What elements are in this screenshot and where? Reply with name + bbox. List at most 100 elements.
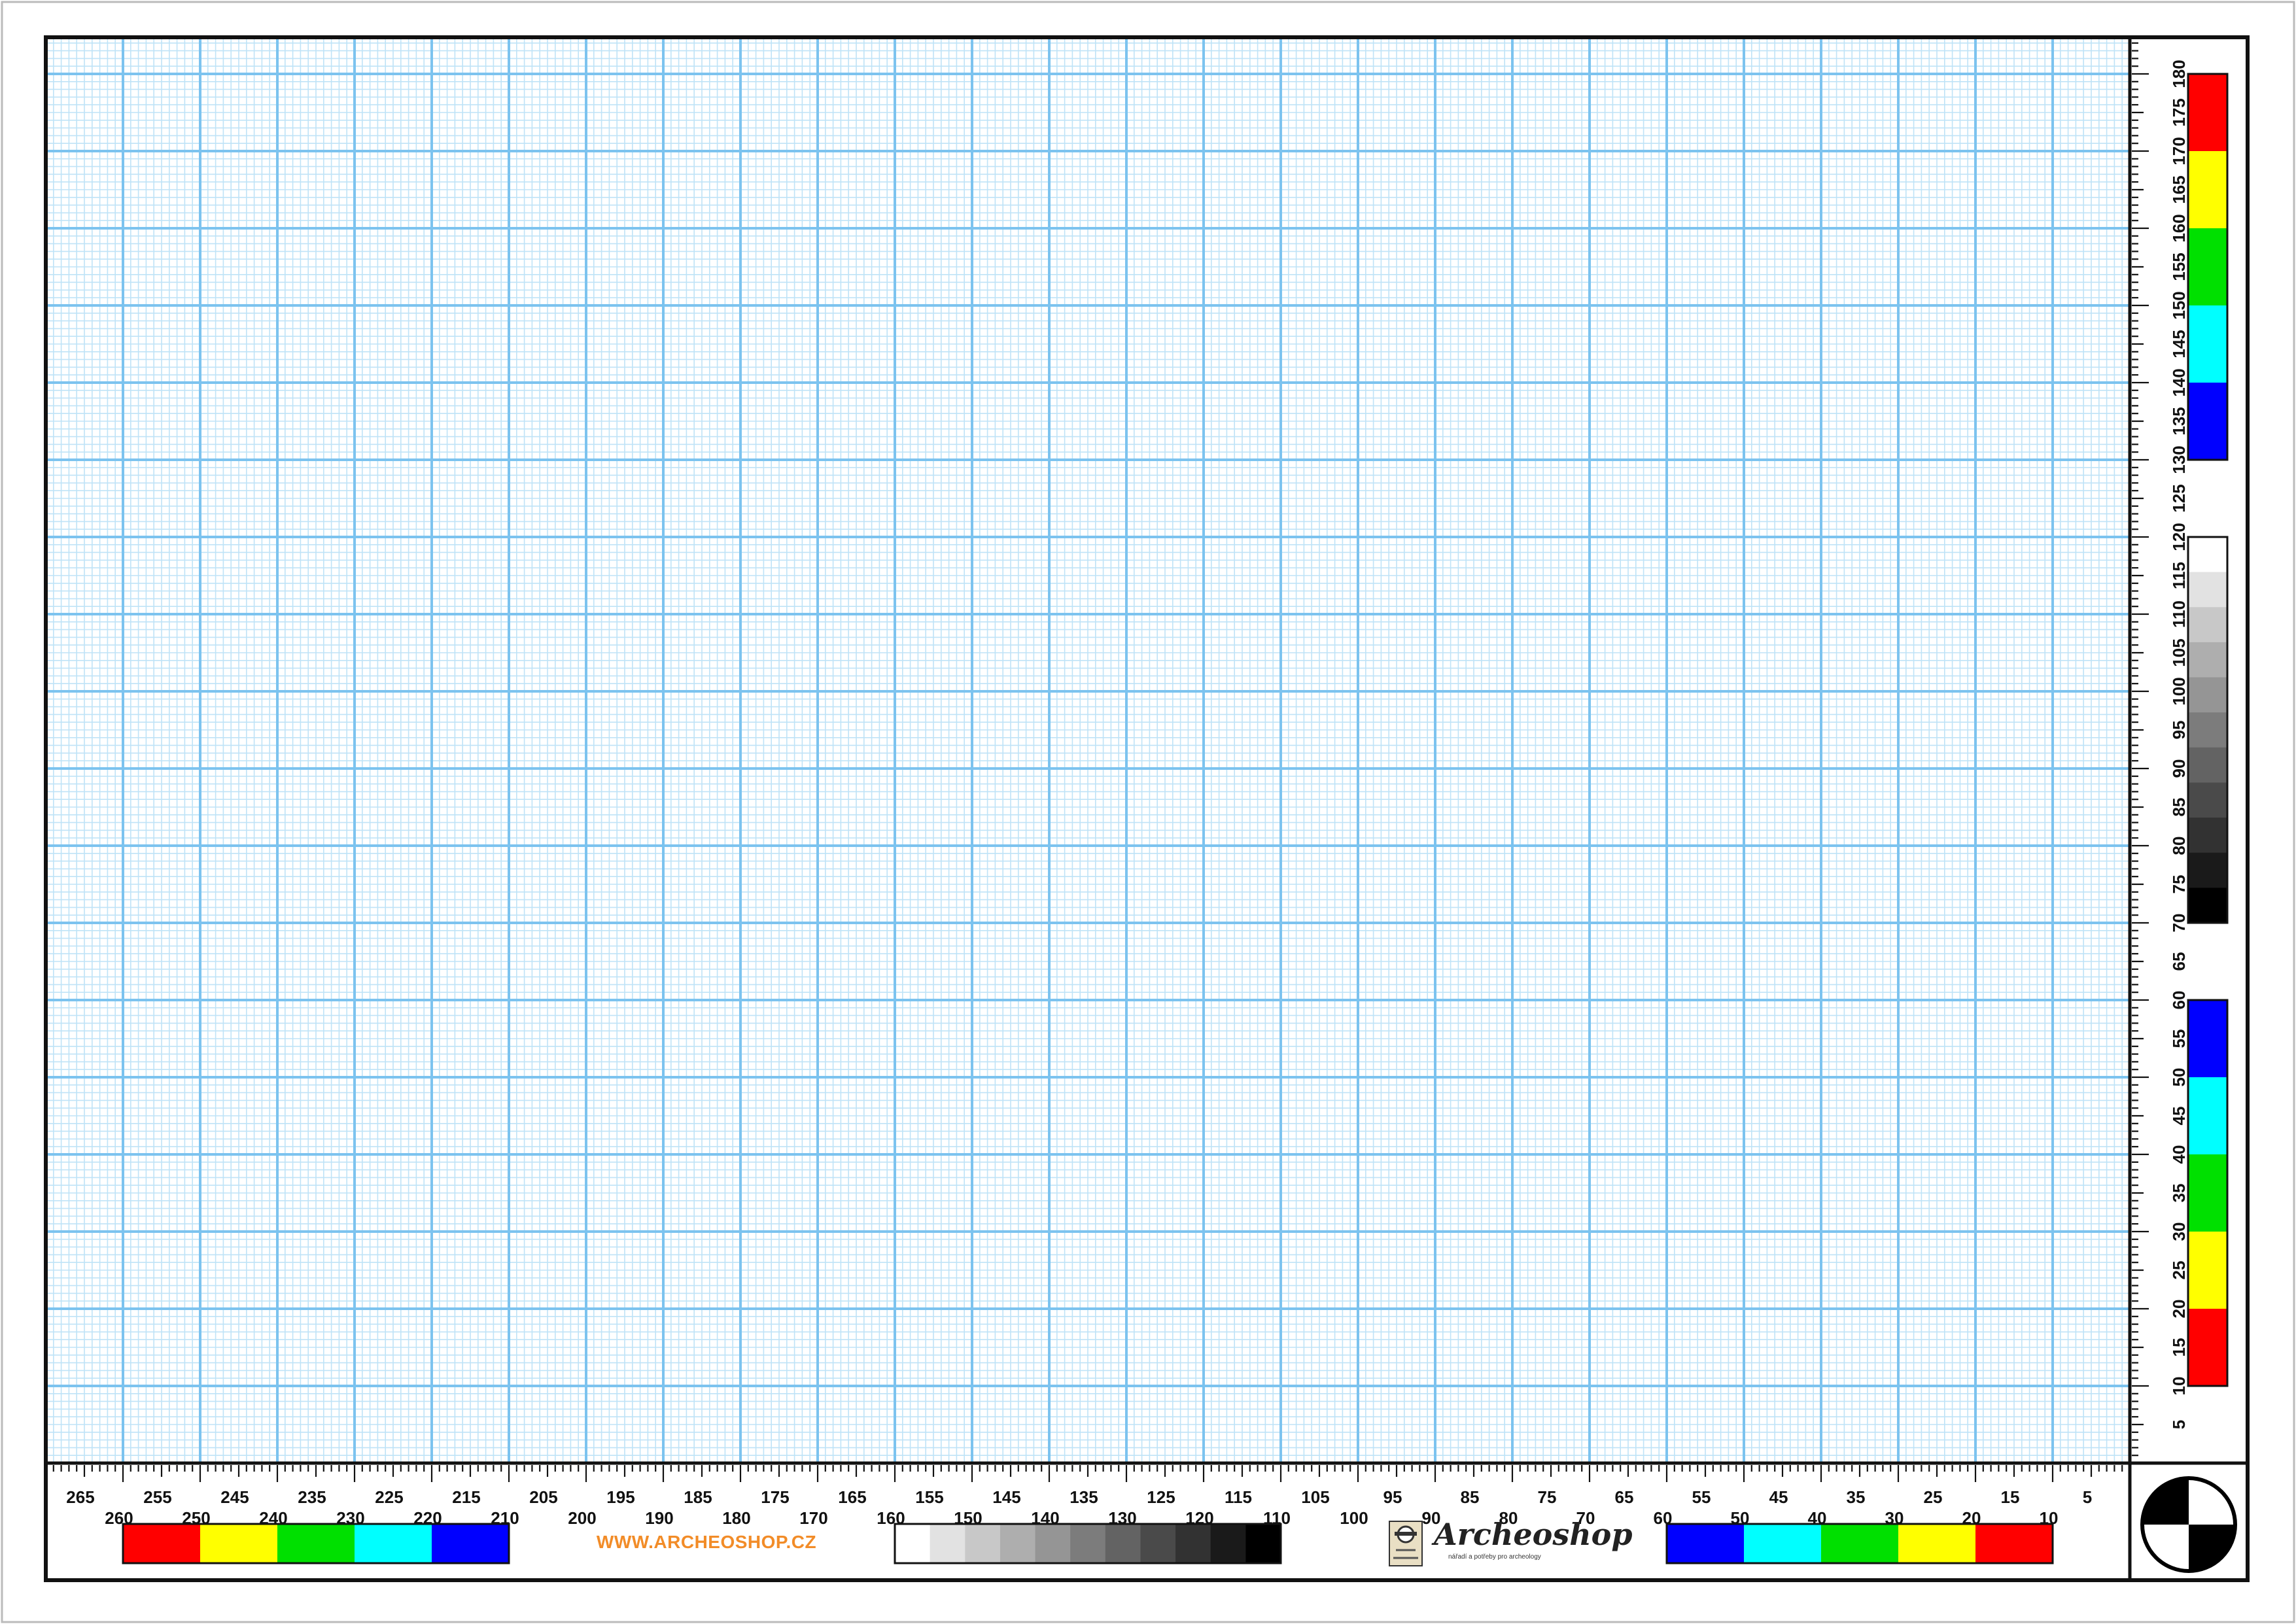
side-ruler-label: 175 [2169, 98, 2189, 126]
bottom-ruler-label-upper: 5 [2083, 1487, 2092, 1507]
side-ruler-label: 110 [2169, 600, 2189, 628]
target-marker-icon [2140, 1476, 2237, 1573]
side-ruler-label: 170 [2169, 137, 2189, 165]
color-swatch [2188, 1309, 2227, 1387]
side-ruler-label: 95 [2169, 721, 2189, 740]
color-swatch [1035, 1524, 1071, 1563]
color-swatch [2188, 782, 2227, 818]
color-swatch [2188, 1154, 2227, 1232]
side-ruler-label: 160 [2169, 214, 2189, 242]
bottom-ruler-label-upper: 215 [452, 1487, 480, 1507]
bottom-ruler-label-upper: 55 [1692, 1487, 1711, 1507]
color-swatch [1667, 1524, 1745, 1563]
color-swatch [1821, 1524, 1899, 1563]
archeologist-logo-icon [1389, 1521, 1423, 1566]
side-ruler-label: 115 [2169, 562, 2189, 589]
bottom-ruler-label-upper: 95 [1383, 1487, 1402, 1507]
side-ruler-label: 10 [2169, 1377, 2189, 1396]
bottom-ruler-label-upper: 35 [1847, 1487, 1866, 1507]
color-swatch [1105, 1524, 1141, 1563]
color-swatch [2188, 151, 2227, 229]
bottom-ruler-label-lower: 180 [722, 1508, 750, 1528]
side-ruler-label: 65 [2169, 952, 2189, 971]
color-scale-bottom-grayscale [894, 1523, 1282, 1564]
brand-tagline: nářadí a potřeby pro archeology [1448, 1553, 1541, 1561]
bottom-ruler-label-upper: 85 [1461, 1487, 1480, 1507]
side-ruler-label: 50 [2169, 1068, 2189, 1087]
bottom-ruler-label-upper: 135 [1070, 1487, 1098, 1507]
color-swatch [1175, 1524, 1211, 1563]
bottom-ruler-label-upper: 115 [1225, 1487, 1252, 1507]
color-swatch [432, 1524, 510, 1563]
bottom-ruler-label-upper: 155 [915, 1487, 943, 1507]
color-swatch [2188, 537, 2227, 573]
bottom-ruler-label-lower: 200 [568, 1508, 596, 1528]
color-swatch [2188, 1000, 2227, 1078]
side-ruler-label: 5 [2169, 1420, 2189, 1429]
archeoshop-logo: Archeoshop nářadí a potřeby pro archeolo… [1385, 1516, 1633, 1572]
bottom-ruler-label-upper: 195 [606, 1487, 635, 1507]
side-ruler-label: 70 [2169, 914, 2189, 933]
side-ruler-label: 150 [2169, 291, 2189, 319]
color-swatch [1245, 1524, 1281, 1563]
color-scale-side-top [2187, 73, 2229, 461]
bottom-ruler-label-upper: 165 [838, 1487, 866, 1507]
color-swatch [930, 1524, 965, 1563]
color-swatch [2188, 572, 2227, 608]
side-ruler-label: 120 [2169, 523, 2189, 551]
side-ruler-label: 15 [2169, 1338, 2189, 1357]
color-swatch [2188, 888, 2227, 924]
brand-name: Archeoshop [1434, 1517, 1633, 1552]
color-swatch [2188, 747, 2227, 783]
color-swatch [277, 1524, 355, 1563]
side-ruler-label: 30 [2169, 1222, 2189, 1241]
color-swatch [2188, 642, 2227, 678]
side-ruler-label: 60 [2169, 991, 2189, 1010]
side-ruler-label: 80 [2169, 837, 2189, 855]
color-scale-bottom-right [1665, 1523, 2054, 1564]
side-ruler-label: 105 [2169, 638, 2189, 666]
side-ruler-label: 180 [2169, 60, 2189, 88]
bottom-ruler-label-upper: 225 [375, 1487, 403, 1507]
color-swatch [2188, 74, 2227, 152]
bottom-ruler-label-lower: 170 [799, 1508, 827, 1528]
color-swatch [2188, 712, 2227, 748]
website-link[interactable]: WWW.ARCHEOSHOP.CZ [563, 1528, 850, 1557]
side-ruler-label: 20 [2169, 1300, 2189, 1319]
color-swatch [2188, 852, 2227, 888]
bottom-ruler-label-lower: 190 [645, 1508, 673, 1528]
color-scale-side-grayscale [2187, 536, 2229, 924]
color-swatch [2188, 228, 2227, 306]
color-swatch [2188, 305, 2227, 383]
bottom-ruler-label-upper: 45 [1769, 1487, 1788, 1507]
color-swatch [200, 1524, 278, 1563]
color-swatch [2188, 1232, 2227, 1309]
bottom-ruler-label-upper: 185 [684, 1487, 712, 1507]
color-scale-bottom-left [122, 1523, 510, 1564]
bottom-ruler-label-upper: 125 [1147, 1487, 1175, 1507]
bottom-ruler-label-upper: 25 [1924, 1487, 1943, 1507]
color-swatch [1744, 1524, 1822, 1563]
color-swatch [355, 1524, 432, 1563]
color-swatch [895, 1524, 931, 1563]
side-ruler-label: 135 [2169, 407, 2189, 435]
color-swatch [2188, 677, 2227, 713]
side-ruler-label: 35 [2169, 1184, 2189, 1203]
side-ruler-label: 85 [2169, 798, 2189, 817]
graph-paper-sheet: 265 255 245 235 225 215 205 195 185 175 165 155 145 1… [1, 1, 2295, 1623]
color-swatch [1140, 1524, 1176, 1563]
side-ruler-label: 165 [2169, 175, 2189, 203]
color-swatch [123, 1524, 201, 1563]
side-ruler-label: 125 [2169, 484, 2189, 512]
side-ruler-label: 55 [2169, 1029, 2189, 1048]
bottom-ruler-label-upper: 205 [529, 1487, 557, 1507]
bottom-ruler-label-upper: 175 [761, 1487, 789, 1507]
bottom-ruler-label-upper: 255 [143, 1487, 171, 1507]
color-swatch [1898, 1524, 1976, 1563]
side-ruler-label: 40 [2169, 1145, 2189, 1164]
color-swatch [1070, 1524, 1106, 1563]
color-swatch [1210, 1524, 1246, 1563]
side-ruler-label: 155 [2169, 252, 2189, 281]
side-ruler-label: 100 [2169, 677, 2189, 705]
side-ruler-label: 140 [2169, 368, 2189, 396]
